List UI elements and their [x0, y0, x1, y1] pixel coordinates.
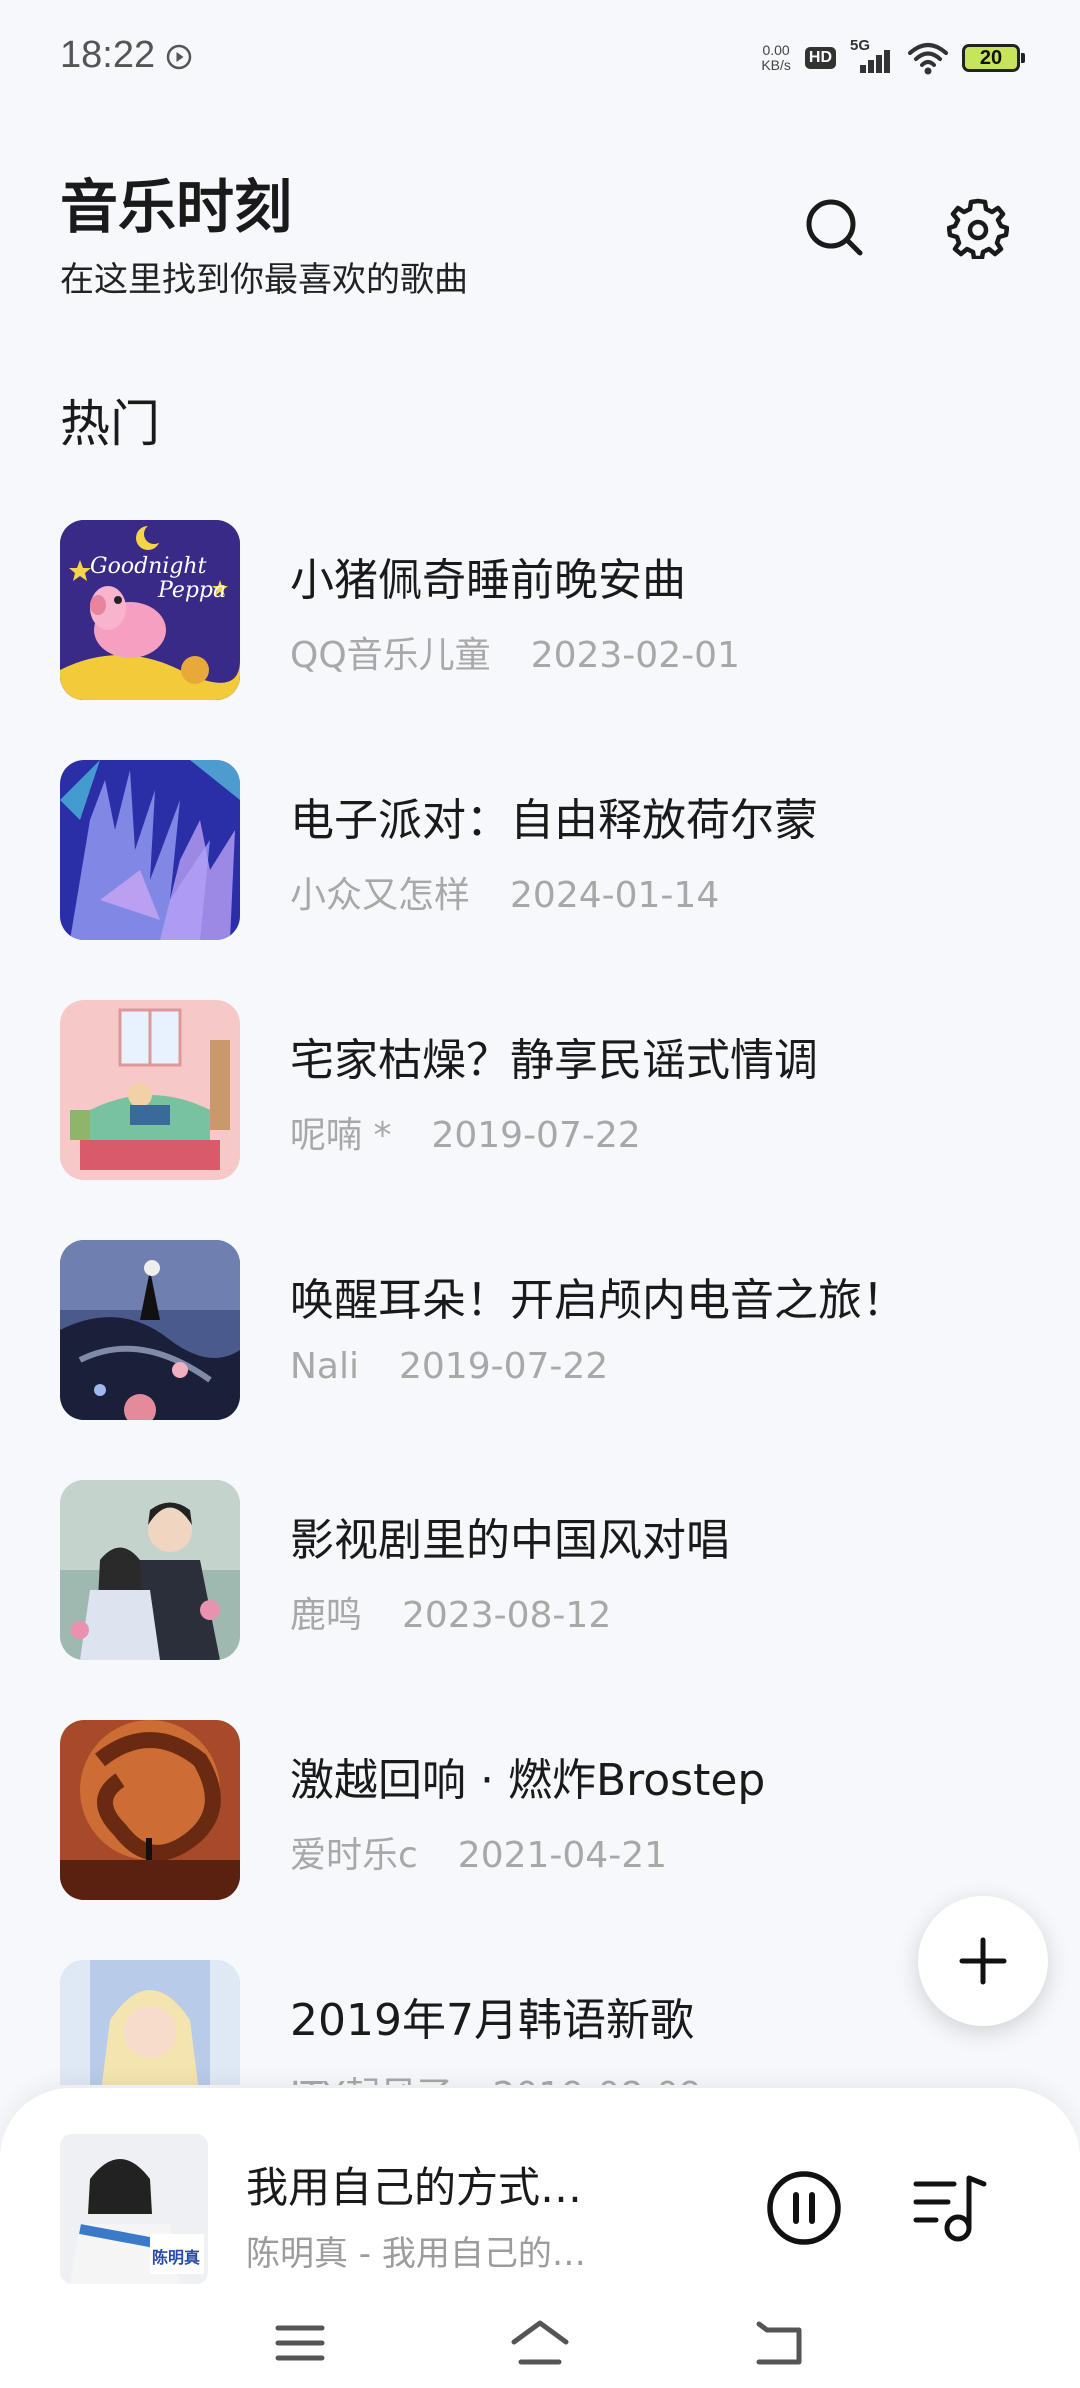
- list-item[interactable]: 电子派对：自由释放荷尔蒙 小众又怎样 2024-01-14: [0, 760, 1080, 940]
- song-meta: Nali 2019-07-22: [290, 1346, 608, 1387]
- status-icons: 0.00 KB/s HD 5G 20: [761, 36, 1025, 80]
- song-title: 宅家枯燥？静享民谣式情调: [290, 1035, 818, 1086]
- list-item[interactable]: Goodnight Peppa 小猪佩奇睡前晚安曲 QQ音乐儿童 2023-02-…: [0, 520, 1080, 700]
- song-list: Goodnight Peppa 小猪佩奇睡前晚安曲 QQ音乐儿童 2023-02-…: [0, 520, 1080, 2085]
- search-icon: [806, 199, 863, 256]
- mini-player[interactable]: 陈明真 我用自己的方式… 陈明真 - 我用自己的…: [0, 2088, 1080, 2388]
- playlist-icon: [913, 2175, 987, 2242]
- song-meta: 呢喃 * 2019-07-22: [290, 1106, 641, 1158]
- list-item[interactable]: 影视剧里的中国风对唱 鹿鸣 2023-08-12: [0, 1480, 1080, 1660]
- cover-text: Goodnight: [90, 554, 207, 579]
- song-meta: JTY起风了 2019-08-09: [290, 2066, 702, 2085]
- player-cover-image: 陈明真: [60, 2134, 208, 2284]
- hd-badge: HD: [804, 47, 836, 69]
- song-meta: QQ音乐儿童 2023-02-01: [290, 626, 740, 678]
- cover-text: Peppa: [158, 578, 227, 603]
- song-title: 激越回响 · 燃炸Brostep: [290, 1755, 766, 1806]
- cover-image: [60, 1720, 240, 1900]
- song-artist: 小众又怎样: [290, 875, 471, 916]
- battery-indicator: 20: [962, 44, 1025, 72]
- song-date: 2019-07-22: [399, 1346, 609, 1387]
- song-date: 2019-08-09: [493, 2075, 702, 2085]
- song-title: 影视剧里的中国风对唱: [290, 1515, 730, 1566]
- playlist-button[interactable]: [908, 2168, 992, 2248]
- wifi-icon: [908, 43, 948, 75]
- cover-image: [60, 1960, 240, 2085]
- list-item[interactable]: 唤醒耳朵！开启颅内电音之旅！ Nali 2019-07-22: [0, 1240, 1080, 1420]
- song-title: 唤醒耳朵！开启颅内电音之旅！: [290, 1275, 906, 1326]
- signal-icon: 5G: [850, 37, 894, 75]
- player-song-title: 我用自己的方式…: [246, 2163, 583, 2212]
- net-speed-value: 0.00: [762, 42, 790, 58]
- song-meta: 爱时乐c 2021-04-21: [290, 1826, 667, 1878]
- net-speed: 0.00 KB/s: [761, 43, 791, 73]
- song-date: 2021-04-21: [457, 1835, 668, 1876]
- status-time: 18:22: [60, 34, 156, 76]
- pause-icon: [767, 2171, 841, 2245]
- song-date: 2019-07-22: [431, 1115, 641, 1156]
- home-icon: [511, 2320, 569, 2365]
- song-meta: 鹿鸣 2023-08-12: [290, 1586, 611, 1638]
- song-meta: 小众又怎样 2024-01-14: [290, 866, 719, 918]
- list-item[interactable]: 2019年7月韩语新歌 JTY起风了 2019-08-09: [0, 1960, 1080, 2085]
- song-date: 2023-02-01: [530, 635, 740, 676]
- plus-icon: [959, 1937, 1007, 1985]
- song-title: 2019年7月韩语新歌: [290, 1995, 694, 2046]
- cover-image: [60, 1480, 240, 1660]
- nav-back-button[interactable]: [745, 2308, 815, 2378]
- song-date: 2024-01-14: [510, 875, 720, 916]
- song-artist: QQ音乐儿童: [290, 635, 491, 676]
- cover-image: [60, 1240, 240, 1420]
- section-title: 热门: [60, 395, 160, 453]
- song-artist: 呢喃 *: [290, 1115, 392, 1156]
- pause-button[interactable]: [764, 2168, 844, 2248]
- nav-menu-button[interactable]: [265, 2308, 335, 2378]
- cover-image: Goodnight Peppa: [60, 520, 240, 700]
- status-bar: 18:22 0.00 KB/s HD 5G 20: [0, 0, 1080, 118]
- play-circle-icon: [166, 44, 192, 70]
- song-artist: 爱时乐c: [290, 1835, 418, 1876]
- net-speed-unit: KB/s: [761, 57, 791, 73]
- list-item[interactable]: 激越回响 · 燃炸Brostep 爱时乐c 2021-04-21: [0, 1720, 1080, 1900]
- list-item[interactable]: 宅家枯燥？静享民谣式情调 呢喃 * 2019-07-22: [0, 1000, 1080, 1180]
- song-artist: Nali: [290, 1346, 359, 1387]
- page-subtitle: 在这里找到你最喜欢的歌曲: [60, 260, 468, 300]
- song-artist: 鹿鸣: [290, 1595, 363, 1636]
- song-date: 2023-08-12: [402, 1595, 612, 1636]
- add-button[interactable]: [918, 1896, 1048, 2026]
- gear-icon: [947, 198, 1009, 259]
- cover-image: [60, 760, 240, 940]
- song-title: 电子派对：自由释放荷尔蒙: [290, 795, 818, 846]
- song-title: 小猪佩奇睡前晚安曲: [290, 555, 686, 606]
- page-title: 音乐时刻: [60, 173, 293, 241]
- menu-icon: [275, 2325, 325, 2361]
- search-button[interactable]: [795, 188, 875, 268]
- back-icon: [756, 2321, 802, 2365]
- settings-button[interactable]: [938, 188, 1018, 268]
- song-artist: JTY起风了: [290, 2075, 453, 2085]
- nav-home-button[interactable]: [505, 2308, 575, 2378]
- player-cover-text: 陈明真: [152, 2248, 201, 2267]
- cover-image: [60, 1000, 240, 1180]
- player-song-subtitle: 陈明真 - 我用自己的…: [246, 2234, 586, 2274]
